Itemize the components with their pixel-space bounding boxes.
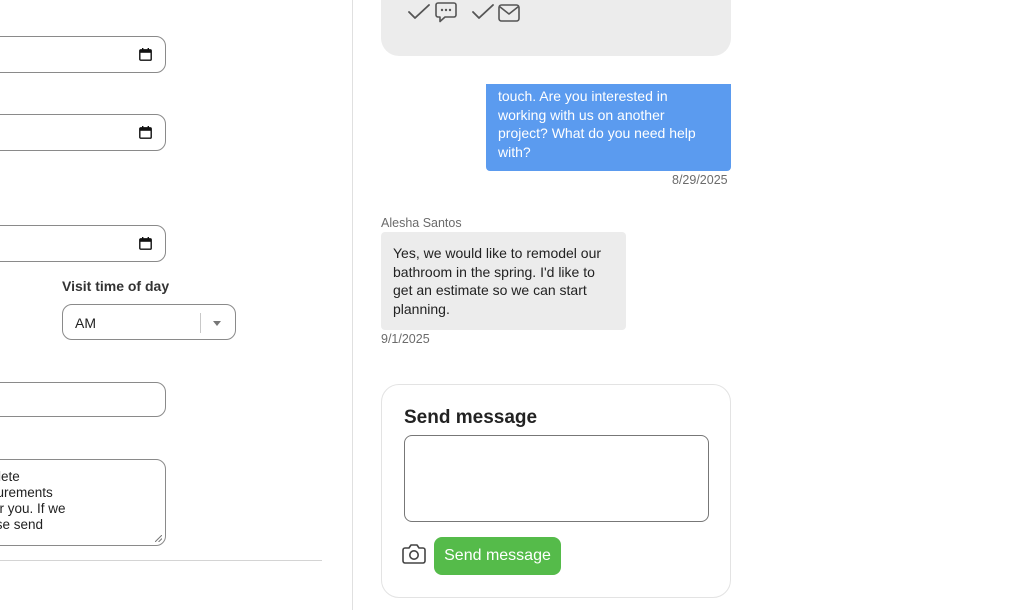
chevron-down-icon[interactable]	[213, 321, 221, 326]
send-message-button[interactable]: Send message	[434, 537, 561, 575]
camera-icon[interactable]	[402, 543, 426, 565]
calendar-icon[interactable]	[139, 237, 152, 250]
notes-line: e for a complete	[0, 469, 20, 484]
message-line: Yes, we would like to remodel our	[393, 245, 602, 261]
app-stage: Visit time of day AM e for a complete d …	[0, 0, 1024, 610]
outgoing-timestamp: 8/29/2025	[672, 173, 728, 187]
resize-grip-icon[interactable]	[155, 535, 162, 542]
select-separator	[200, 313, 201, 333]
notes-line: d take measurements	[0, 485, 53, 500]
notes-text: e for a complete d take measurements tha…	[0, 469, 165, 545]
calendar-icon[interactable]	[139, 48, 152, 61]
sender-name: Alesha Santos	[381, 216, 462, 230]
message-status-card	[381, 0, 731, 56]
message-line: with?	[498, 143, 531, 160]
visit-time-value: AM	[75, 315, 96, 331]
message-line: project? What do you need help	[498, 125, 696, 141]
message-line: bathroom in the spring. I'd like to	[393, 263, 595, 280]
date-field-2[interactable]	[0, 114, 166, 151]
compose-card: Send message Send message	[381, 384, 731, 598]
date-field-1[interactable]	[0, 36, 166, 73]
compose-title: Send message	[404, 407, 538, 428]
visit-time-select[interactable]: AM	[62, 304, 236, 340]
check-icon	[472, 4, 494, 19]
message-line: working with us on another	[498, 106, 665, 123]
notes-line: d times please send	[0, 517, 44, 532]
panel-divider	[352, 0, 353, 610]
notes-line: that works for you. If we	[0, 501, 66, 516]
message-input[interactable]	[404, 435, 709, 522]
date-field-3[interactable]	[0, 225, 166, 262]
outgoing-message-bubble: touch. Are you interested in working wit…	[486, 84, 731, 171]
calendar-icon[interactable]	[139, 126, 152, 139]
message-line: get an estimate so we can start	[393, 282, 587, 298]
text-field[interactable]	[0, 382, 166, 417]
section-divider	[0, 560, 322, 561]
message-line: planning.	[393, 300, 450, 317]
check-icon	[408, 4, 430, 19]
visit-request-form: Visit time of day AM e for a complete d …	[0, 0, 352, 610]
incoming-timestamp: 9/1/2025	[381, 332, 430, 346]
chat-bubble-icon	[435, 2, 457, 23]
envelope-icon	[498, 4, 520, 22]
message-line: touch. Are you interested in	[498, 88, 668, 104]
visit-time-label: Visit time of day	[62, 278, 170, 294]
incoming-message-bubble: Yes, we would like to remodel our bathro…	[381, 232, 626, 330]
notes-textarea[interactable]: e for a complete d take measurements tha…	[0, 459, 166, 546]
